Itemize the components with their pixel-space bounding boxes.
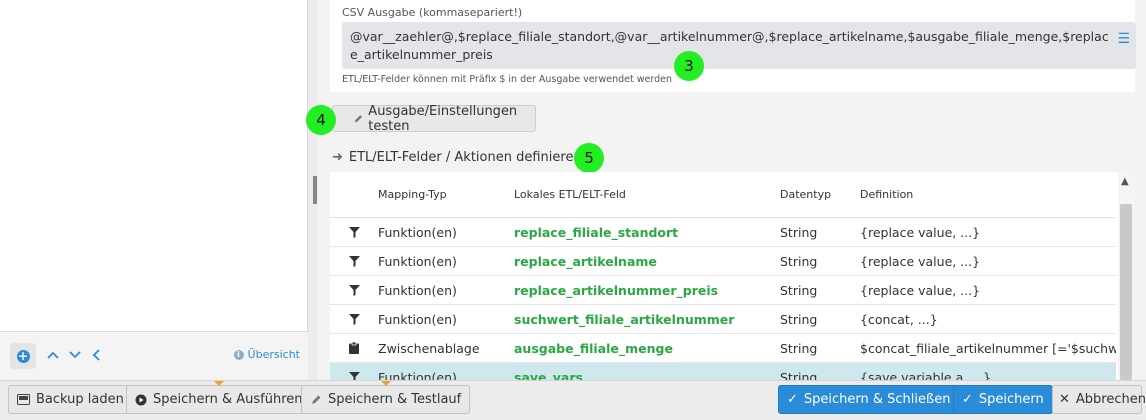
sidebar: + i Übersicht: [0, 0, 308, 380]
filter-icon: [330, 371, 378, 380]
field-name: save_vars: [514, 369, 583, 381]
etl-fields-table: Mapping-Typ Lokales ETL/ELT-Feld Datenty…: [330, 172, 1134, 380]
hard-drive-icon: [17, 394, 30, 405]
close-icon: ✕: [1059, 392, 1070, 407]
table-row[interactable]: Funktion(en) save_vars String {save vari…: [330, 363, 1116, 380]
add-button[interactable]: +: [10, 343, 36, 369]
mapping-type: Funktion(en): [378, 282, 457, 298]
csv-card: CSV Ausgabe (kommasepariert!) @var__zaeh…: [330, 0, 1136, 92]
mapping-type: Zwischenablage: [378, 340, 480, 356]
data-type: String: [780, 224, 818, 240]
dropdown-notch: [213, 381, 224, 386]
overview-link[interactable]: i Übersicht: [233, 348, 300, 361]
footer-toolbar: Backup laden Speichern & Ausführen Speic…: [0, 380, 1146, 420]
column-header[interactable]: Mapping-Typ: [378, 188, 514, 201]
table-row[interactable]: Funktion(en) replace_artikelname String …: [330, 247, 1116, 276]
filter-icon: [330, 226, 378, 238]
annotation-badge-4: 4: [306, 105, 336, 135]
definition: {concat, ...}: [860, 311, 938, 327]
test-output-label: Ausgabe/Einstellungen testen: [368, 103, 518, 134]
data-type: String: [780, 369, 818, 381]
column-header[interactable]: Definition: [860, 188, 1116, 201]
sidebar-toolbar: + i Übersicht: [0, 331, 308, 380]
filter-icon: [330, 255, 378, 267]
table-scrollbar[interactable]: ▲: [1118, 172, 1134, 380]
save-test-button[interactable]: Speichern & Testlauf: [301, 381, 471, 414]
definition: {save variable a, ...}: [860, 369, 992, 381]
section-title: ETL/ELT-Felder / Aktionen definieren: [348, 150, 582, 165]
table-row[interactable]: Funktion(en) replace_artikelnummer_preis…: [330, 276, 1116, 305]
save-run-label: Speichern & Ausführen: [153, 392, 303, 407]
cancel-button[interactable]: ✕ Abbrechen: [1052, 385, 1146, 414]
check-icon: ✓: [787, 392, 798, 407]
clipboard-icon: [330, 342, 378, 354]
mapping-type: Funktion(en): [378, 253, 457, 269]
section-header[interactable]: ➜ ETL/ELT-Felder / Aktionen definieren: [332, 150, 582, 165]
annotation-badge-5: 5: [574, 143, 604, 173]
info-icon: i: [233, 349, 244, 360]
csv-label: CSV Ausgabe (kommasepariert!): [342, 6, 523, 19]
csv-output-value: @var__zaehler@,$replace_filiale_standort…: [350, 29, 1109, 62]
save-test-label: Speichern & Testlauf: [328, 392, 462, 407]
field-name: replace_artikelname: [514, 253, 657, 269]
cancel-label: Abbrechen: [1075, 392, 1146, 407]
scroll-up-icon[interactable]: ▲: [1121, 176, 1129, 187]
pencil-icon: [312, 395, 321, 404]
table-row[interactable]: Zwischenablage ausgabe_filiale_menge Str…: [330, 334, 1116, 363]
definition: {replace value, ...}: [860, 224, 981, 240]
overview-label: Übersicht: [247, 348, 300, 361]
play-circle-icon: [135, 394, 147, 405]
filter-icon: [330, 284, 378, 296]
column-header[interactable]: Lokales ETL/ELT-Feld: [514, 188, 780, 201]
table-row[interactable]: Funktion(en) replace_filiale_standort St…: [330, 218, 1116, 247]
save-close-button[interactable]: ✓ Speichern & Schließen: [778, 385, 960, 414]
chevron-up-icon: [47, 351, 59, 359]
filter-icon: [330, 313, 378, 325]
annotation-badge-3: 3: [674, 51, 704, 81]
arrow-right-icon: ➜: [332, 150, 343, 165]
field-name: ausgabe_filiale_menge: [514, 340, 673, 356]
column-header[interactable]: Datentyp: [780, 188, 860, 201]
move-down-button[interactable]: [64, 344, 86, 366]
field-name: replace_artikelnummer_preis: [514, 282, 719, 298]
data-type: String: [780, 282, 818, 298]
save-run-button[interactable]: Speichern & Ausführen: [126, 381, 312, 414]
save-close-label: Speichern & Schließen: [803, 392, 951, 407]
test-output-button[interactable]: Ausgabe/Einstellungen testen: [332, 103, 536, 134]
mapping-type: Funktion(en): [378, 311, 457, 327]
pencil-icon: [354, 114, 363, 122]
data-type: String: [780, 253, 818, 269]
move-up-button[interactable]: [42, 344, 64, 366]
hamburger-menu-icon[interactable]: ☰: [1117, 30, 1130, 48]
resize-handle[interactable]: [313, 176, 317, 204]
mapping-type: Funktion(en): [378, 224, 457, 240]
plus-circle-icon: +: [16, 348, 30, 363]
dropdown-notch: [380, 381, 391, 386]
save-label: Speichern: [978, 392, 1044, 407]
field-name: replace_filiale_standort: [514, 224, 679, 240]
mapping-type: Funktion(en): [378, 369, 457, 381]
table-header: Mapping-Typ Lokales ETL/ELT-Feld Datenty…: [330, 172, 1116, 218]
chevron-left-icon: [92, 349, 100, 361]
main-panel: CSV Ausgabe (kommasepariert!) @var__zaeh…: [306, 0, 1146, 380]
definition: {replace value, ...}: [860, 253, 981, 269]
save-button[interactable]: ✓ Speichern: [953, 385, 1053, 414]
data-type: String: [780, 311, 818, 327]
backup-load-label: Backup laden: [36, 392, 124, 407]
csv-hint: ETL/ELT-Felder können mit Präfix $ in de…: [342, 74, 672, 85]
table-row[interactable]: Funktion(en) suchwert_filiale_artikelnum…: [330, 305, 1116, 334]
definition: $concat_filiale_artikelnummer [='$suchw.…: [860, 340, 1116, 356]
content-area: CSV Ausgabe (kommasepariert!) @var__zaeh…: [306, 0, 1146, 380]
collapse-button[interactable]: [85, 344, 107, 366]
data-type: String: [780, 340, 818, 356]
check-icon: ✓: [962, 392, 973, 407]
chevron-down-icon: [69, 351, 81, 359]
field-name: suchwert_filiale_artikelnummer: [514, 311, 735, 327]
scrollbar-thumb[interactable]: [1120, 204, 1132, 380]
csv-output-field[interactable]: @var__zaehler@,$replace_filiale_standort…: [342, 22, 1136, 69]
definition: {replace value, ...}: [860, 282, 981, 298]
backup-load-button[interactable]: Backup laden: [8, 385, 133, 414]
